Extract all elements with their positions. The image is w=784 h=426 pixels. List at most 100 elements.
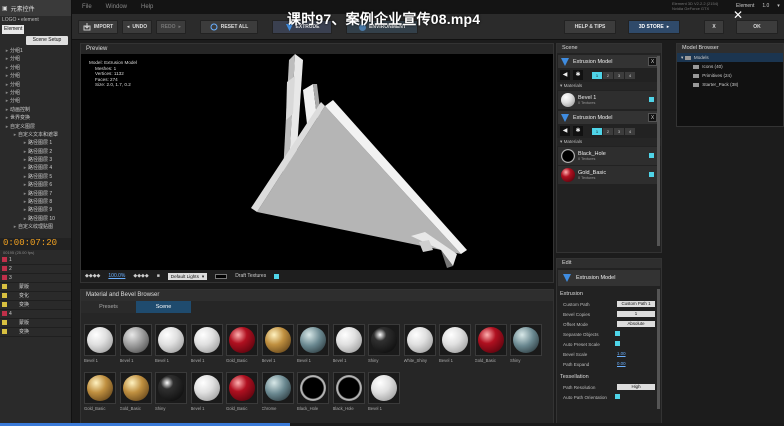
- speaker-icon[interactable]: ◀: [560, 70, 570, 80]
- timeline-layer-row[interactable]: 2: [0, 265, 71, 274]
- gear-icon[interactable]: ✱: [573, 70, 583, 80]
- edit-scrollbar[interactable]: [657, 289, 660, 409]
- element-effect-tag[interactable]: Element: [2, 25, 25, 34]
- material-swatch[interactable]: Gold_Basic: [226, 324, 260, 363]
- material-swatch[interactable]: Bevel 1: [190, 324, 225, 363]
- scene-object-row[interactable]: Extrusion Model X: [558, 111, 660, 124]
- model-folder-icons[interactable]: Icons (40): [677, 62, 783, 71]
- material-swatch[interactable]: Gold_Basic: [84, 372, 118, 411]
- menu-help[interactable]: Help: [141, 4, 153, 10]
- timeline-layer-row[interactable]: 变化: [0, 292, 71, 301]
- model-folder-primitives[interactable]: Primitives (24): [677, 71, 783, 80]
- layer-color-label[interactable]: [2, 311, 7, 317]
- close-icon[interactable]: ✕: [733, 8, 743, 22]
- material-swatch[interactable]: Bevel 1: [439, 324, 473, 363]
- ae-tree-row[interactable]: ▸ 自定义文本和遮罩: [0, 131, 71, 139]
- undo-button[interactable]: ◂ UNDO: [122, 20, 152, 34]
- timeline-layer-row[interactable]: 蒙版: [0, 283, 71, 292]
- ae-tree-row[interactable]: ▸ 分组: [0, 72, 71, 80]
- scene-material-row[interactable]: Bevel 10 Textures: [558, 91, 660, 109]
- group-button[interactable]: 1: [592, 71, 602, 79]
- ae-tree-row[interactable]: ▸ 动画控制: [0, 106, 71, 114]
- reset-all-button[interactable]: RESET ALL: [200, 20, 258, 34]
- cancel-x-button[interactable]: X: [704, 20, 724, 34]
- offset-mode-select[interactable]: Absolute: [617, 321, 655, 327]
- scene-material-row[interactable]: Black_Hole 0 Textures: [558, 147, 660, 165]
- material-swatch[interactable]: Gold_Basic: [226, 372, 260, 411]
- material-swatch[interactable]: Bevel 1: [368, 372, 402, 411]
- timeline-layer-row[interactable]: 变换: [0, 328, 71, 337]
- material-swatch[interactable]: Black_Hole: [332, 372, 367, 411]
- ae-effect-row[interactable]: Element: [0, 25, 71, 34]
- ae-tree-row[interactable]: ▸ 分组: [0, 81, 71, 89]
- ae-tree-row[interactable]: ▸ 路径图层 6: [0, 181, 71, 189]
- ok-button[interactable]: OK: [736, 20, 778, 34]
- materials-section-label[interactable]: ▾ Materials: [557, 138, 661, 146]
- edit-object-row[interactable]: Extrusion Model: [558, 270, 660, 286]
- speaker-icon[interactable]: ◀: [560, 126, 570, 136]
- material-swatch[interactable]: Bevel 1: [261, 324, 296, 363]
- material-swatch[interactable]: Bevel 1: [155, 324, 189, 363]
- material-swatch[interactable]: Bevel 1: [119, 324, 154, 363]
- ae-tree-row[interactable]: ▸ 分组: [0, 55, 71, 63]
- material-visible-checkbox[interactable]: [649, 153, 654, 158]
- separate-objects-checkbox[interactable]: [615, 331, 620, 336]
- layer-color-label[interactable]: [2, 266, 7, 272]
- group-button[interactable]: 3: [614, 71, 624, 79]
- group-button[interactable]: 1: [592, 127, 602, 135]
- ae-tree-row[interactable]: ▸ 路径图层 7: [0, 190, 71, 198]
- menu-file[interactable]: File: [82, 4, 92, 10]
- help-tips-button[interactable]: HELP & TIPS: [564, 20, 616, 34]
- dropdown-icon[interactable]: ▾: [777, 3, 780, 9]
- scene-material-row[interactable]: Gold_Basic 0 Textures: [558, 166, 660, 184]
- timeline-layer-row[interactable]: 3: [0, 274, 71, 283]
- ae-tree-row[interactable]: ▸ 路径图层 9: [0, 206, 71, 214]
- path-expand-value[interactable]: 0.00: [615, 361, 628, 367]
- material-swatch[interactable]: Gold_Basic: [474, 324, 509, 363]
- material-swatch[interactable]: Chrome: [261, 372, 296, 411]
- scene-scrollbar[interactable]: [657, 56, 660, 246]
- lights-select[interactable]: Default Lights ▾: [167, 272, 208, 280]
- ae-tree-row[interactable]: ▸ 路径图层 3: [0, 156, 71, 164]
- path-resolution-select[interactable]: High: [617, 384, 655, 390]
- bevel-copies-field[interactable]: 1: [617, 311, 655, 317]
- remove-object-button[interactable]: X: [648, 113, 657, 122]
- timeline-layer-row[interactable]: 1: [0, 256, 71, 265]
- material-swatch[interactable]: Bevel 1: [84, 324, 118, 363]
- timeline-layer-row[interactable]: 4: [0, 310, 71, 319]
- tab-scene[interactable]: Scene: [136, 301, 191, 313]
- draft-textures-checkbox[interactable]: [274, 273, 280, 279]
- ae-tree-row[interactable]: ▸ 路径图层 8: [0, 198, 71, 206]
- ae-tree-row[interactable]: ▸ 自定义图层: [0, 123, 71, 131]
- bg-color-swatch[interactable]: [215, 273, 228, 279]
- ae-lock-icon[interactable]: ▣: [2, 5, 8, 12]
- model-folder-starter-pack[interactable]: Starter_Pack (38): [677, 80, 783, 89]
- group-button[interactable]: 4: [625, 127, 635, 135]
- layer-color-label[interactable]: [2, 257, 7, 263]
- material-swatch[interactable]: Bevel 1: [190, 372, 225, 411]
- tab-presets[interactable]: Presets: [81, 301, 136, 313]
- bevel-scale-value[interactable]: 1.00: [615, 351, 628, 357]
- menu-window[interactable]: Window: [106, 4, 127, 10]
- ae-tree-row[interactable]: ▸ 世界变换: [0, 114, 71, 122]
- material-swatch[interactable]: Shiny: [510, 324, 544, 363]
- import-button[interactable]: IMPORT: [78, 20, 118, 34]
- preview-viewport[interactable]: Preview Model: Extrusion Model Meshes: 1…: [80, 43, 554, 283]
- scene-setup-button[interactable]: Scene Setup: [26, 36, 68, 45]
- ae-tree-row[interactable]: ▸ 自定义纹理贴图: [0, 223, 71, 231]
- group-button[interactable]: 4: [625, 71, 635, 79]
- auto-preset-checkbox[interactable]: [615, 341, 620, 346]
- group-button[interactable]: 2: [603, 71, 613, 79]
- material-swatch[interactable]: Gold_Basic: [119, 372, 154, 411]
- timeline-timecode[interactable]: 0:00:07:20: [0, 237, 71, 250]
- remove-object-button[interactable]: X: [648, 57, 657, 66]
- material-swatch[interactable]: Bevel 1: [297, 324, 331, 363]
- camera-icons[interactable]: ◆◆◆◆: [133, 273, 148, 279]
- 3d-store-button[interactable]: 3D STORE ▸: [628, 20, 680, 34]
- material-swatch[interactable]: Shiny: [368, 324, 402, 363]
- layer-color-label[interactable]: [2, 329, 7, 335]
- materials-section-label[interactable]: ▾ Materials: [557, 82, 661, 90]
- timeline-layer-row[interactable]: 蒙版: [0, 319, 71, 328]
- timeline-layer-row[interactable]: 变换: [0, 301, 71, 310]
- material-swatch[interactable]: Shiny: [155, 372, 189, 411]
